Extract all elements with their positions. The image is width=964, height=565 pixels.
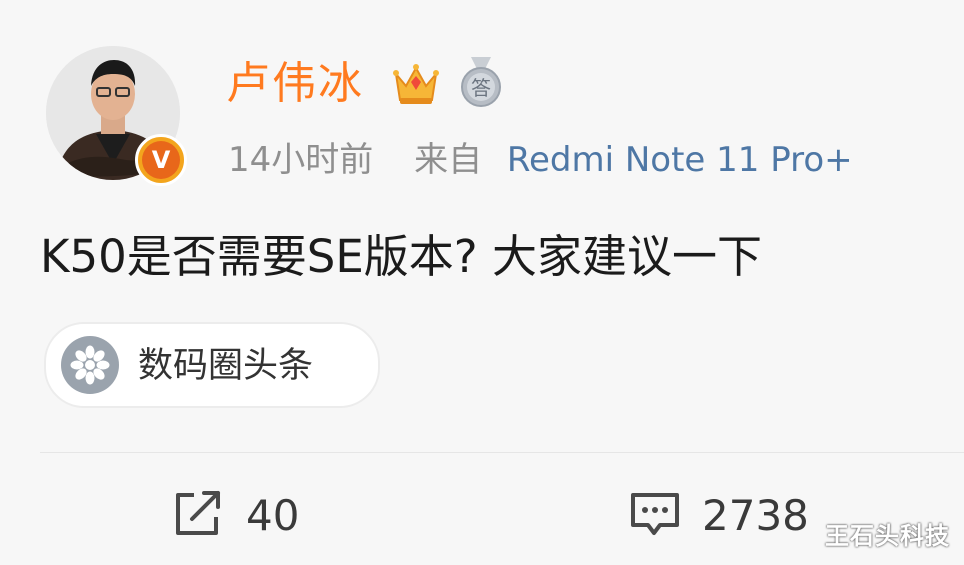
topic-tag[interactable]: 数码圈头条 — [44, 322, 380, 408]
repost-count: 40 — [246, 491, 300, 540]
verified-badge-icon: V — [135, 134, 187, 186]
source-device-link[interactable]: Redmi Note 11 Pro+ — [507, 140, 853, 180]
comment-icon — [628, 489, 682, 543]
watermark: 王石头科技 — [825, 522, 950, 550]
author-name[interactable]: 卢伟冰 — [226, 54, 364, 114]
verified-badge-letter: V — [142, 141, 180, 179]
flower-icon — [61, 336, 119, 394]
divider — [40, 452, 964, 453]
source-label: 来自 — [414, 140, 483, 180]
post-content: K50是否需要SE版本? 大家建议一下 — [40, 230, 762, 283]
repost-button[interactable]: 40 — [172, 486, 299, 546]
crown-icon[interactable] — [390, 60, 442, 112]
topic-label: 数码圈头条 — [138, 346, 314, 386]
comment-count: 2738 — [702, 491, 809, 540]
post-time: 14小时前 — [228, 140, 374, 180]
post-meta: 14小时前 来自 Redmi Note 11 Pro+ — [228, 136, 853, 184]
medal-icon[interactable]: 答 — [456, 55, 506, 113]
comment-button[interactable]: 2738 — [628, 486, 809, 546]
medal-label: 答 — [471, 76, 491, 100]
repost-icon — [172, 489, 226, 543]
